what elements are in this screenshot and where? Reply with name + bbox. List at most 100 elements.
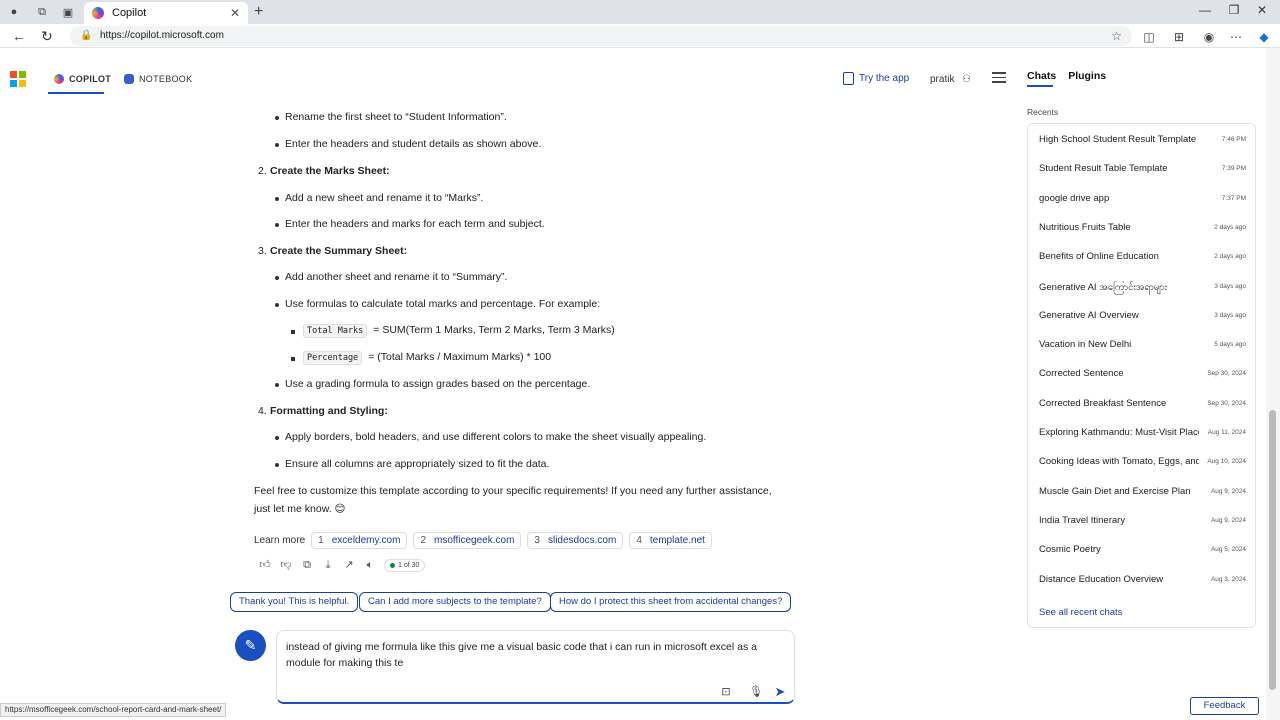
- recent-chat-title: Benefits of Online Education: [1039, 251, 1159, 263]
- chat-input-text[interactable]: instead of giving me formula like this g…: [286, 639, 781, 671]
- source-link[interactable]: 2 msofficegeek.com: [413, 532, 522, 549]
- recent-chat-item[interactable]: Distance Education Overview Aug 3, 2024: [1039, 574, 1246, 590]
- try-app-label: Try the app: [859, 73, 910, 84]
- thumbs-down-icon[interactable]: 👎︎: [279, 558, 293, 572]
- step-heading: Create the Marks Sheet:: [270, 165, 390, 177]
- browser-tab-bar: ● ⧉ ▣ Copilot ✕ + — ❐ ✕: [0, 0, 1280, 24]
- chat-input[interactable]: instead of giving me formula like this g…: [276, 630, 795, 704]
- recent-chat-item[interactable]: Generative AI Overview 3 days ago: [1039, 310, 1246, 326]
- recent-chat-item[interactable]: Nutritious Fruits Table 2 days ago: [1039, 222, 1246, 238]
- hamburger-menu-icon[interactable]: [992, 72, 1006, 86]
- feedback-button[interactable]: Feedback: [1190, 697, 1259, 715]
- bullet: [275, 303, 279, 307]
- profile-icon[interactable]: ●: [6, 4, 22, 20]
- copilot-sidebar-icon[interactable]: ◆: [1256, 29, 1272, 45]
- source-label: slidesdocs.com: [547, 535, 617, 546]
- recent-chat-item[interactable]: Student Result Table Template 7:39 PM: [1039, 163, 1246, 179]
- try-the-app-button[interactable]: Try the app: [843, 72, 909, 85]
- recent-chat-item[interactable]: High School Student Result Template 7:46 …: [1039, 134, 1246, 150]
- source-number: 3: [534, 535, 540, 546]
- recent-chat-title: High School Student Result Template: [1039, 134, 1197, 145]
- bullet: [275, 223, 279, 227]
- recent-chat-item[interactable]: google drive app 7:37 PM: [1039, 193, 1246, 209]
- url-field[interactable]: 🔒 https://copilot.microsoft.com ☆: [70, 26, 1132, 46]
- refresh-icon[interactable]: ↻: [38, 27, 56, 45]
- recent-chat-item[interactable]: Exploring Kathmandu: Must-Visit Places Au…: [1039, 427, 1246, 443]
- new-topic-button[interactable]: ✎: [235, 630, 266, 661]
- collections-icon[interactable]: ⊞: [1171, 29, 1187, 45]
- recent-chat-title: Cooking Ideas with Tomato, Eggs, and: [1039, 456, 1199, 468]
- bullet: [275, 116, 279, 120]
- status-bar-url: https://msofficegeek.com/school-report-c…: [0, 703, 227, 717]
- microsoft-logo-icon[interactable]: [10, 71, 26, 87]
- image-input-icon[interactable]: ⊡: [719, 685, 733, 699]
- recent-chat-title: Student Result Table Template: [1039, 163, 1168, 175]
- tab-plugins[interactable]: Plugins: [1068, 70, 1106, 82]
- recent-chat-item[interactable]: Corrected Breakfast Sentence Sep 30, 2024: [1039, 398, 1246, 414]
- recent-chat-item[interactable]: Muscle Gain Diet and Exercise Plan Aug 9,…: [1039, 486, 1246, 502]
- source-link[interactable]: 4 template.net: [629, 532, 712, 549]
- minimize-icon[interactable]: —: [1195, 3, 1215, 17]
- export-icon[interactable]: ⤓: [321, 558, 335, 572]
- response-counter: 1 of 30: [384, 558, 426, 572]
- restore-icon[interactable]: ❐: [1224, 3, 1244, 17]
- send-icon[interactable]: ➤: [773, 685, 787, 699]
- browser-tab-copilot[interactable]: Copilot ✕: [84, 2, 248, 24]
- new-topic-icon: ✎: [244, 637, 257, 653]
- read-aloud-icon[interactable]: 🔈︎: [363, 558, 377, 572]
- source-link[interactable]: 1 exceldemy.com: [311, 532, 408, 549]
- scrollbar-thumb[interactable]: [1269, 410, 1276, 690]
- source-label: exceldemy.com: [331, 535, 401, 546]
- extension-icon[interactable]: ◉: [1201, 29, 1217, 45]
- suggestion-chip[interactable]: How do I protect this sheet from acciden…: [550, 592, 792, 612]
- recent-chat-title: Corrected Breakfast Sentence: [1039, 397, 1167, 409]
- thumbs-up-icon[interactable]: 👍︎: [258, 558, 272, 572]
- closing-paragraph: Feel free to customize this template acc…: [254, 485, 772, 497]
- recent-chat-date: 2 days ago: [1214, 253, 1246, 261]
- workspaces-icon[interactable]: ⧉: [34, 4, 50, 20]
- back-icon[interactable]: ←: [10, 27, 28, 45]
- recent-chat-date: Aug 9, 2024: [1210, 516, 1246, 524]
- bullet: [275, 276, 279, 280]
- formula-text: = SUM(Term 1 Marks, Term 2 Marks, Term 3…: [373, 324, 615, 336]
- bullet: [275, 436, 279, 440]
- username[interactable]: pratik: [930, 74, 954, 85]
- more-icon[interactable]: ⋯: [1228, 29, 1244, 45]
- step-number: 3.: [258, 245, 267, 257]
- microphone-icon[interactable]: 🎙︎: [749, 685, 763, 699]
- recent-chat-item[interactable]: Corrected Sentence Sep 30, 2024: [1039, 368, 1246, 384]
- favorite-star-icon[interactable]: ☆: [1111, 26, 1122, 46]
- formula-item: Percentage = (Total Marks / Maximum Marks…: [303, 351, 551, 365]
- suggestion-chip[interactable]: Can I add more subjects to the template?: [359, 592, 551, 612]
- inline-code: Total Marks: [303, 324, 368, 338]
- tab-notebook[interactable]: NOTEBOOK: [124, 74, 192, 84]
- share-icon[interactable]: ↗: [342, 558, 356, 572]
- see-all-recent-chats-link[interactable]: See all recent chats: [1039, 607, 1122, 618]
- recent-chat-item[interactable]: Generative AI အကြောင်းအရာများ 3 days ago: [1039, 281, 1246, 297]
- close-tab-icon[interactable]: ✕: [230, 6, 240, 20]
- tab-actions-icon[interactable]: ▣: [60, 4, 76, 20]
- close-window-icon[interactable]: ✕: [1252, 3, 1272, 17]
- recent-chat-item[interactable]: Vacation in New Delhi 5 days ago: [1039, 339, 1246, 355]
- source-link[interactable]: 3 slidesdocs.com: [527, 532, 624, 549]
- step-heading: Create the Summary Sheet:: [270, 245, 408, 257]
- recent-chat-item[interactable]: Cooking Ideas with Tomato, Eggs, and Aug …: [1039, 456, 1246, 472]
- recent-chat-date: 7:39 PM: [1221, 165, 1246, 173]
- bullet: [275, 197, 279, 201]
- copy-icon[interactable]: ⧉: [300, 558, 314, 572]
- copilot-icon: [54, 74, 64, 84]
- recent-chat-item[interactable]: Benefits of Online Education 2 days ago: [1039, 251, 1246, 267]
- recent-chat-item[interactable]: Cosmic Poetry Aug 5, 2024: [1039, 544, 1246, 560]
- new-tab-icon[interactable]: +: [254, 3, 263, 21]
- user-icon[interactable]: ⚇: [962, 74, 971, 85]
- tab-title: Copilot: [112, 7, 147, 19]
- recent-chat-title: Muscle Gain Diet and Exercise Plan: [1039, 485, 1191, 497]
- tab-chats[interactable]: Chats: [1027, 70, 1056, 82]
- notebook-icon: [124, 74, 134, 84]
- split-screen-icon[interactable]: ◫: [1141, 29, 1157, 45]
- source-number: 2: [420, 535, 426, 546]
- recents-label: Recents: [1027, 107, 1059, 117]
- suggestion-chip[interactable]: Thank you! This is helpful.: [230, 592, 359, 612]
- recent-chat-item[interactable]: India Travel Itinerary Aug 9, 2024: [1039, 515, 1246, 531]
- tab-copilot[interactable]: COPILOT: [54, 74, 111, 84]
